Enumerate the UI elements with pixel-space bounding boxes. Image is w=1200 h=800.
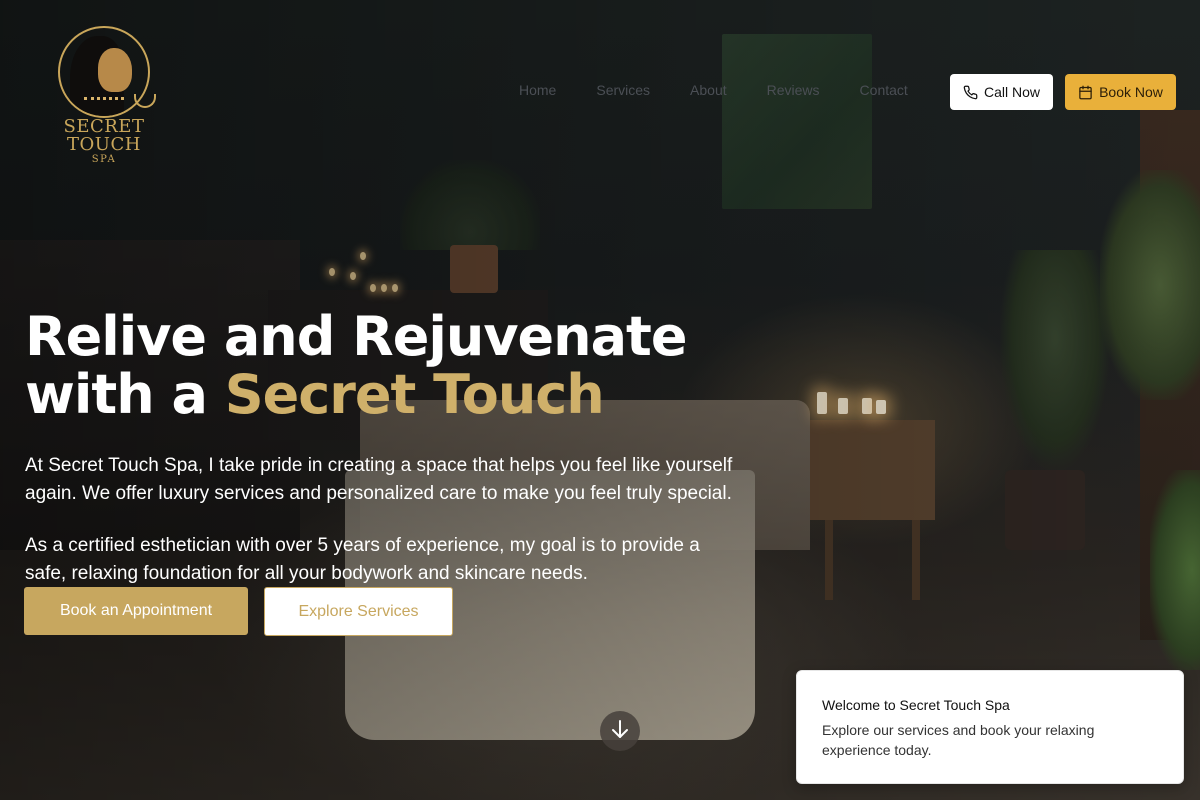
- hero-paragraph-1: At Secret Touch Spa, I take pride in cre…: [25, 455, 733, 504]
- book-now-button[interactable]: Book Now: [1065, 74, 1176, 110]
- hero-paragraph-2: As a certified esthetician with over 5 y…: [25, 535, 700, 584]
- scroll-down-button[interactable]: [600, 711, 640, 751]
- spa-logo[interactable]: SECRET TOUCH SPA: [58, 26, 156, 168]
- logo-necklace: [84, 94, 124, 100]
- logo-text-line2: TOUCH: [67, 134, 141, 155]
- logo-text-line3: SPA: [91, 154, 117, 165]
- book-appointment-button[interactable]: Book an Appointment: [24, 587, 248, 635]
- call-now-button[interactable]: Call Now: [950, 74, 1053, 110]
- nav-contact[interactable]: Contact: [860, 82, 908, 98]
- logo-hand: [134, 94, 156, 108]
- book-now-label: Book Now: [1099, 84, 1163, 100]
- toast-title: Welcome to Secret Touch Spa: [822, 697, 1010, 713]
- main-nav: Home Services About Reviews Contact: [519, 82, 908, 98]
- phone-icon: [963, 85, 978, 100]
- calendar-icon: [1078, 85, 1093, 100]
- nav-services[interactable]: Services: [596, 82, 650, 98]
- logo-face: [98, 48, 132, 92]
- arrow-down-icon: [611, 719, 629, 744]
- call-now-label: Call Now: [983, 84, 1040, 100]
- toast-text: Explore our services and book your relax…: [822, 722, 1095, 758]
- nav-home[interactable]: Home: [519, 82, 556, 98]
- nav-about[interactable]: About: [690, 82, 727, 98]
- welcome-toast[interactable]: Welcome to Secret Touch Spa Explore our …: [796, 670, 1184, 784]
- explore-services-button[interactable]: Explore Services: [264, 587, 453, 636]
- headline-highlight: Secret Touch: [224, 363, 605, 426]
- hero-headline: Relive and Rejuvenate with a Secret Touc…: [25, 308, 687, 424]
- headline-line2-prefix: with a: [25, 363, 225, 426]
- nav-reviews[interactable]: Reviews: [767, 82, 820, 98]
- headline-line1: Relive and Rejuvenate: [25, 305, 687, 368]
